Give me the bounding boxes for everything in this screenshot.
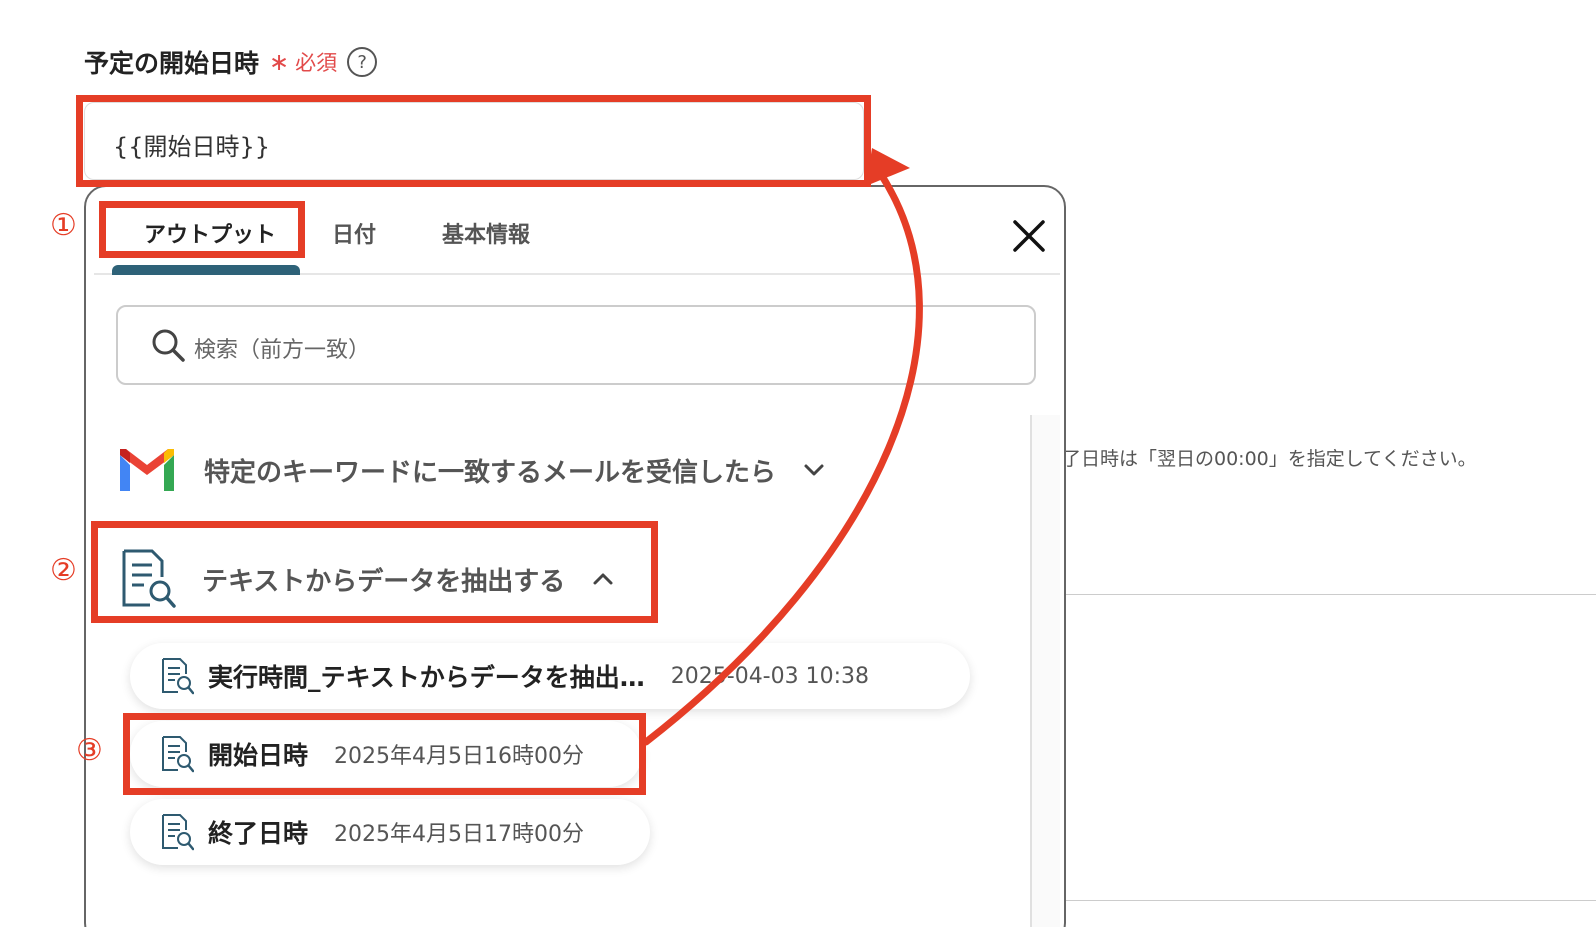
document-search-icon bbox=[162, 658, 194, 695]
output-picker-popup: アウトプット 日付 基本情報 検索（前方一致） 特定のキーワードに一致するメール… bbox=[84, 185, 1066, 927]
item-value: 2025年4月5日17時00分 bbox=[334, 822, 584, 847]
step-3-marker: ③ bbox=[76, 733, 103, 768]
required-star: ∗ bbox=[269, 48, 290, 76]
tab-bar: アウトプット 日付 基本情報 bbox=[94, 187, 1060, 275]
search-icon bbox=[152, 329, 185, 362]
background-divider bbox=[1066, 594, 1596, 595]
input-value: {{開始日時}} bbox=[113, 133, 271, 161]
item-name: 実行時間_テキストからデータを抽出… bbox=[208, 663, 645, 692]
item-value: 2025-04-03 10:38 bbox=[670, 663, 870, 689]
step-2-marker: ② bbox=[50, 553, 77, 588]
output-item-end-datetime[interactable]: 終了日時 2025年4月5日17時00分 bbox=[130, 799, 650, 865]
item-name: 終了日時 bbox=[208, 819, 309, 848]
chevron-down-icon bbox=[804, 464, 824, 476]
document-search-icon bbox=[162, 736, 194, 773]
group-gmail-trigger[interactable]: 特定のキーワードに一致するメールを受信したら bbox=[116, 445, 826, 495]
chevron-up-icon bbox=[593, 573, 613, 585]
group-text-extraction[interactable]: テキストからデータを抽出する bbox=[120, 549, 615, 609]
step-1-marker: ① bbox=[50, 208, 77, 243]
document-search-icon bbox=[122, 549, 176, 608]
item-value: 2025年4月5日16時00分 bbox=[334, 744, 584, 769]
group-title: テキストからデータを抽出する bbox=[202, 566, 566, 597]
search-placeholder: 検索（前方一致） bbox=[194, 338, 371, 363]
close-icon[interactable] bbox=[1010, 217, 1048, 255]
group-title: 特定のキーワードに一致するメールを受信したら bbox=[204, 457, 777, 488]
background-divider bbox=[1066, 900, 1596, 901]
search-input[interactable]: 検索（前方一致） bbox=[116, 305, 1036, 385]
output-item-start-datetime[interactable]: 開始日時 2025年4月5日16時00分 bbox=[130, 721, 642, 787]
tab-date[interactable]: 日付 bbox=[332, 217, 376, 249]
tab-basic-info[interactable]: 基本情報 bbox=[442, 217, 530, 249]
start-datetime-input[interactable]: {{開始日時}} bbox=[84, 102, 864, 180]
field-label-row: 予定の開始日時 ∗ 必須 ? bbox=[84, 44, 378, 80]
field-label: 予定の開始日時 bbox=[84, 49, 260, 78]
gmail-icon bbox=[120, 449, 174, 491]
scrollbar[interactable] bbox=[1030, 415, 1060, 927]
help-icon[interactable]: ? bbox=[347, 47, 378, 77]
output-item-exec-time[interactable]: 実行時間_テキストからデータを抽出… 2025-04-03 10:38 bbox=[130, 643, 970, 709]
background-hint-text: 了日時は「翌日の00:00」を指定してください。 bbox=[1062, 448, 1477, 470]
item-name: 開始日時 bbox=[208, 741, 309, 770]
document-search-icon bbox=[162, 814, 194, 851]
required-text: 必須 bbox=[295, 51, 338, 75]
active-tab-indicator bbox=[112, 265, 300, 275]
tab-output[interactable]: アウトプット bbox=[144, 217, 276, 249]
